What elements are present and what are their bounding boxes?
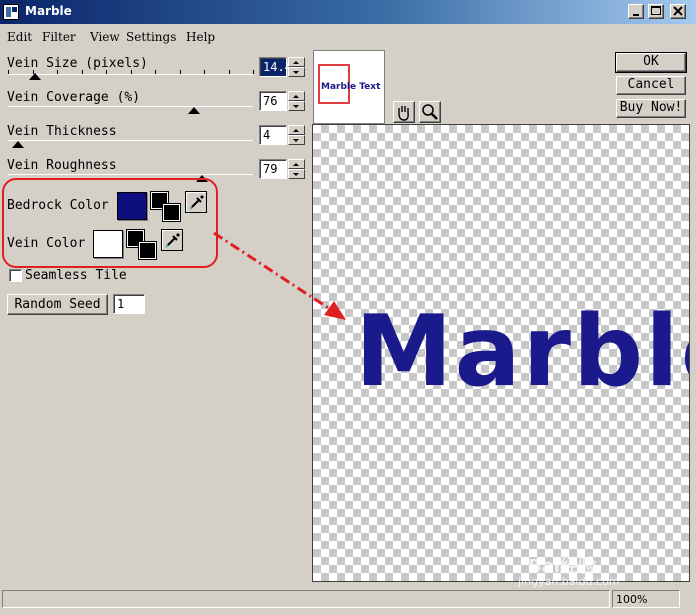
app-icon[interactable] <box>3 4 19 20</box>
thumbnail-text: Marble Text <box>321 82 381 92</box>
vein-thickness-spinner[interactable] <box>288 125 305 145</box>
zoom-icon <box>422 104 438 120</box>
vein-thickness-slider-thumb[interactable] <box>11 141 24 148</box>
random-seed-button[interactable]: Random Seed <box>7 294 108 315</box>
vein-size-spinner[interactable] <box>288 57 305 77</box>
seamless-tile-checkbox[interactable] <box>9 269 22 282</box>
menu-edit[interactable]: Edit <box>7 30 32 44</box>
vein-size-label: Vein Size (pixels) <box>7 56 148 71</box>
marble-preview-text: Marble <box>355 295 689 409</box>
slider-tick <box>57 70 58 74</box>
close-icon <box>671 5 685 18</box>
slider-tick <box>228 70 230 74</box>
maximize-icon <box>649 5 663 18</box>
slider-tick <box>179 70 181 74</box>
menu-settings[interactable]: Settings <box>126 30 176 44</box>
hand-tool-button[interactable] <box>393 101 415 123</box>
vein-thickness-input[interactable]: 4 <box>259 125 287 145</box>
vein-coverage-slider-thumb[interactable] <box>188 107 201 114</box>
random-seed-input[interactable]: 1 <box>113 294 145 314</box>
slider-tick <box>106 70 107 74</box>
slider-tick <box>253 70 254 74</box>
annotation-arrow <box>213 231 346 320</box>
vein-thickness-slider[interactable] <box>8 140 253 141</box>
vein-size-input[interactable]: 14.40 <box>259 57 299 77</box>
vein-size-slider[interactable] <box>8 74 253 75</box>
preview-canvas[interactable]: Marble <box>312 124 690 582</box>
vein-roughness-slider[interactable] <box>8 174 253 175</box>
cancel-button[interactable]: Cancel <box>616 76 686 95</box>
vein-coverage-slider[interactable] <box>8 106 253 107</box>
vein-size-slider-thumb[interactable] <box>28 73 41 80</box>
menu-view[interactable]: View <box>90 30 120 44</box>
vein-coverage-label: Vein Coverage (%) <box>7 90 141 105</box>
watermark-url: jingyan.baidu.com <box>518 575 620 588</box>
slider-tick <box>130 70 132 74</box>
slider-tick <box>155 70 156 74</box>
slider-tick <box>81 70 83 74</box>
status-message-cell <box>2 590 610 608</box>
window-title: Marble <box>25 4 72 18</box>
minimize-button[interactable] <box>628 4 644 19</box>
menu-help[interactable]: Help <box>186 30 215 44</box>
ok-button[interactable]: OK <box>615 52 687 73</box>
maximize-button[interactable] <box>648 4 664 19</box>
hand-icon <box>398 106 409 121</box>
vein-coverage-input[interactable]: 76 <box>259 91 287 111</box>
vein-roughness-spinner[interactable] <box>288 159 305 179</box>
vein-coverage-spinner[interactable] <box>288 91 305 111</box>
vein-thickness-label: Vein Thickness <box>7 124 117 139</box>
slider-tick <box>204 70 205 74</box>
slider-tick <box>32 70 34 74</box>
zoom-tool-button[interactable] <box>419 101 441 123</box>
vein-roughness-label: Vein Roughness <box>7 158 117 173</box>
slider-tick <box>8 70 9 74</box>
buy-now-button[interactable]: Buy Now! <box>616 99 686 118</box>
zoom-level: 100% <box>616 593 648 606</box>
title-bar[interactable] <box>0 0 696 24</box>
seamless-tile-label: Seamless Tile <box>25 268 127 283</box>
minimize-icon <box>629 5 643 18</box>
annotation-highlight <box>2 178 218 268</box>
menu-filter[interactable]: Filter <box>42 30 76 44</box>
close-button[interactable] <box>670 4 686 19</box>
vein-roughness-input[interactable]: 79 <box>259 159 287 179</box>
